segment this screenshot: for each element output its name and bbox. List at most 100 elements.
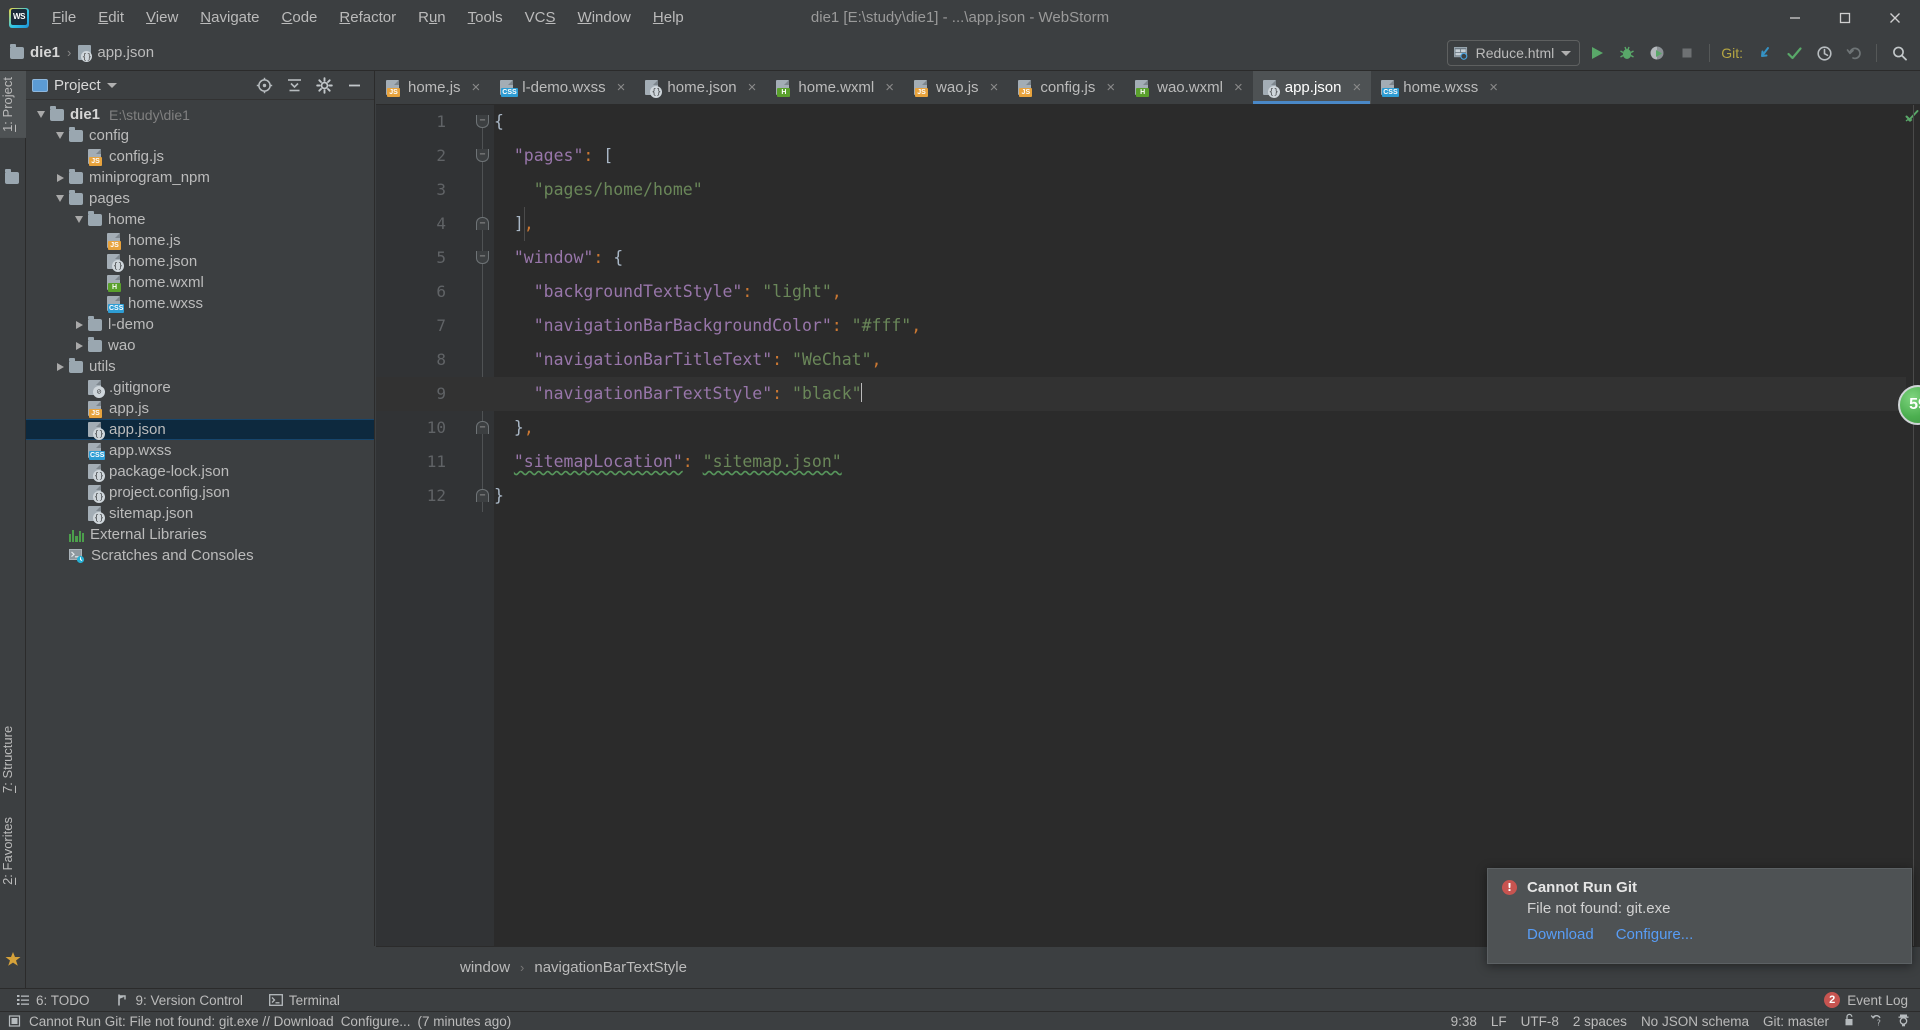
tree-node-l-demo[interactable]: l-demo	[26, 314, 374, 335]
editor-tab-bar[interactable]: JS home.js × CSS l-demo.wxss ×{} home.json × Hho…	[376, 71, 1920, 105]
maximize-button[interactable]	[1820, 0, 1870, 35]
tree-node-home-json[interactable]: {} home.json	[26, 251, 374, 272]
close-icon[interactable]: ×	[990, 80, 999, 95]
close-icon[interactable]: ×	[617, 80, 626, 95]
indent-setting[interactable]: 2 spaces	[1573, 1014, 1627, 1029]
tree-node-app-json[interactable]: {} app.json	[26, 419, 374, 440]
hector-inspection-icon[interactable]	[1897, 1013, 1910, 1030]
run-with-coverage-button[interactable]	[1644, 40, 1670, 66]
code-lines[interactable]: 1−{2− "pages": [3 "pages/home/home" 4− ],…	[376, 105, 1920, 946]
tree-node-app-wxss[interactable]: CSS app.wxss	[26, 440, 374, 461]
menu-item-run[interactable]: Run	[407, 6, 457, 29]
tree-node-die1[interactable]: die1 E:\study\die1	[26, 104, 374, 125]
tree-node-sitemap-json[interactable]: {} sitemap.json	[26, 503, 374, 524]
line-separator[interactable]: LF	[1491, 1014, 1507, 1029]
editor-code-area[interactable]: 1−{2− "pages": [3 "pages/home/home" 4− ],…	[376, 105, 1920, 946]
breadcrumb-item-property[interactable]: navigationBarTextStyle	[534, 959, 687, 976]
chevron-down-icon[interactable]	[106, 82, 117, 88]
chevron-down-icon[interactable]	[51, 195, 69, 202]
tree-node-config-js[interactable]: JS config.js	[26, 146, 374, 167]
tree-node-home[interactable]: home	[26, 209, 374, 230]
settings-gear-button[interactable]	[314, 75, 334, 95]
code-line[interactable]: 3 "pages/home/home"	[376, 173, 1920, 207]
close-icon[interactable]: ×	[748, 80, 757, 95]
chevron-down-icon[interactable]	[1561, 50, 1572, 56]
menu-item-file[interactable]: File	[41, 6, 87, 29]
code-line[interactable]: 4 − ],	[376, 207, 1920, 241]
editor-tab-wao-js[interactable]: JS wao.js ×	[904, 71, 1008, 104]
event-log-label[interactable]: Event Log	[1847, 993, 1908, 1008]
git-branch-widget[interactable]: Git: master	[1763, 1014, 1829, 1029]
tree-node-app-js[interactable]: JS app.js	[26, 398, 374, 419]
menu-item-tools[interactable]: Tools	[457, 6, 514, 29]
code-line[interactable]: 6 "backgroundTextStyle": "light",	[376, 275, 1920, 309]
editor-inspection-gutter[interactable]	[1905, 105, 1920, 946]
tree-node-config[interactable]: config	[26, 125, 374, 146]
close-button[interactable]	[1870, 0, 1920, 35]
editor-tab-wao-wxml[interactable]: Hwao.wxml ×	[1125, 71, 1253, 104]
tree-node-home-js[interactable]: JS home.js	[26, 230, 374, 251]
git-update-project-button[interactable]	[1751, 40, 1777, 66]
tree-node--gitignore[interactable]: ⊘ .gitignore	[26, 377, 374, 398]
close-icon[interactable]: ×	[1489, 80, 1498, 95]
menu-item-navigate[interactable]: Navigate	[189, 6, 270, 29]
notification-balloon[interactable]: ! Cannot Run Git File not found: git.exe…	[1487, 868, 1912, 964]
menu-item-help[interactable]: Help	[642, 6, 695, 29]
chevron-down-icon[interactable]	[32, 111, 50, 118]
sidebar-item-project[interactable]: 1: Project	[0, 71, 26, 138]
close-icon[interactable]: ×	[1234, 80, 1243, 95]
tree-node-project-config-json[interactable]: {} project.config.json	[26, 482, 374, 503]
run-configuration-selector[interactable]: Reduce.html	[1446, 40, 1581, 66]
editor-tab-home-wxml[interactable]: Hhome.wxml ×	[766, 71, 904, 104]
close-icon[interactable]: ×	[1352, 80, 1361, 95]
code-line[interactable]: 12 −}	[376, 479, 1920, 513]
git-rollback-button[interactable]	[1841, 40, 1867, 66]
tree-node-package-lock-json[interactable]: {} package-lock.json	[26, 461, 374, 482]
editor-scrollbar[interactable]	[1913, 105, 1914, 946]
tree-node-miniprogram-npm[interactable]: miniprogram_npm	[26, 167, 374, 188]
sidebar-item-favorites[interactable]: 2: Favorites	[0, 811, 26, 891]
editor-tab-home-wxss[interactable]: CSS home.wxss ×	[1371, 71, 1508, 104]
collapse-all-button[interactable]	[284, 75, 304, 95]
minimize-button[interactable]	[1770, 0, 1820, 35]
fold-collapse-icon[interactable]: −	[476, 115, 489, 128]
bottom-item-version-control[interactable]: 9: Version Control	[106, 991, 253, 1010]
code-line[interactable]: 11 "sitemapLocation": "sitemap.json"	[376, 445, 1920, 479]
search-everywhere-button[interactable]	[1886, 40, 1912, 66]
chevron-down-icon[interactable]	[70, 216, 88, 223]
tree-node-utils[interactable]: utils	[26, 356, 374, 377]
menu-item-window[interactable]: Window	[567, 6, 642, 29]
menu-item-vcs[interactable]: VCS	[514, 6, 567, 29]
code-line[interactable]: 5 − "window": {	[376, 241, 1920, 275]
code-line[interactable]: 8 "navigationBarTitleText": "WeChat",	[376, 343, 1920, 377]
select-opened-file-button[interactable]	[254, 75, 274, 95]
debug-button[interactable]	[1614, 40, 1640, 66]
close-icon[interactable]: ×	[472, 80, 481, 95]
editor-tab-app-json[interactable]: {} app.json ×	[1252, 71, 1372, 104]
notification-configure-link[interactable]: Configure...	[1616, 926, 1694, 943]
run-button[interactable]	[1584, 40, 1610, 66]
inspection-ok-icon[interactable]	[1905, 109, 1919, 128]
fold-end-icon[interactable]: −	[476, 217, 489, 230]
menu-item-refactor[interactable]: Refactor	[328, 6, 407, 29]
navbar-item-project[interactable]: die1	[10, 43, 60, 61]
tree-node-external-libraries[interactable]: External Libraries	[26, 524, 374, 545]
status-bar-message[interactable]: Cannot Run Git: File not found: git.exe …	[29, 1014, 334, 1029]
chevron-right-icon[interactable]	[51, 362, 69, 371]
git-history-button[interactable]	[1811, 40, 1837, 66]
chevron-right-icon[interactable]	[70, 341, 88, 350]
editor-tab-home-js[interactable]: JS home.js ×	[376, 71, 490, 104]
chevron-down-icon[interactable]	[51, 132, 69, 139]
bottom-item-terminal[interactable]: Terminal	[259, 991, 350, 1010]
file-encoding[interactable]: UTF-8	[1521, 1014, 1559, 1029]
caret-position[interactable]: 9:38	[1451, 1014, 1477, 1029]
chevron-right-icon[interactable]	[70, 320, 88, 329]
sync-question-icon[interactable]: ?	[1870, 1013, 1883, 1030]
menu-item-code[interactable]: Code	[271, 6, 329, 29]
status-bar-configure-link[interactable]: Configure...	[341, 1014, 411, 1029]
code-line[interactable]: 1 −{	[376, 105, 1920, 139]
tree-node-home-wxml[interactable]: Hhome.wxml	[26, 272, 374, 293]
editor-tab-home-json[interactable]: {} home.json ×	[635, 71, 766, 104]
chevron-right-icon[interactable]	[51, 173, 69, 182]
code-line[interactable]: 2 − "pages": [	[376, 139, 1920, 173]
